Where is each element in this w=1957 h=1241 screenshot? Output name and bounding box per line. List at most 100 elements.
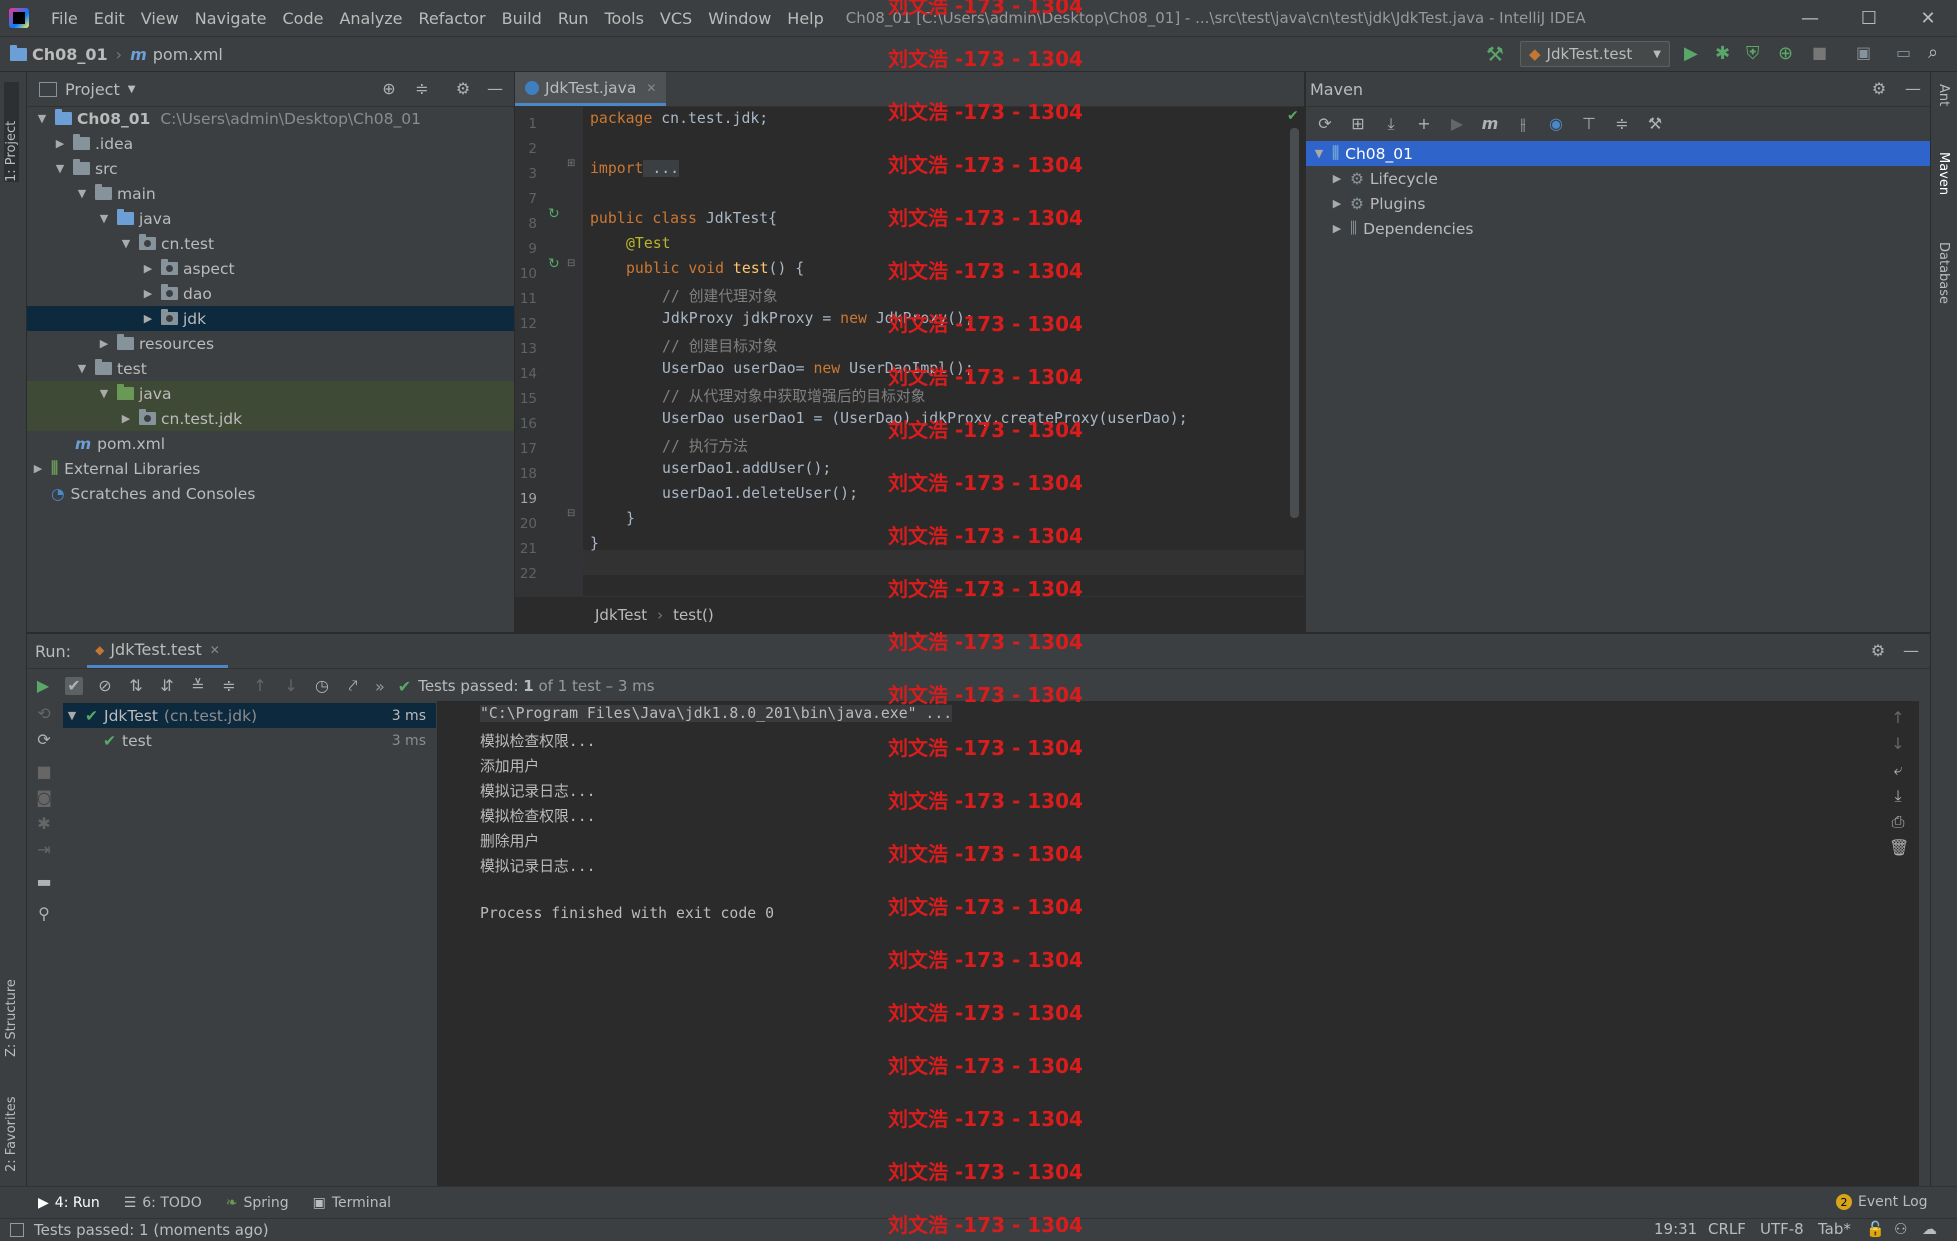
minimize-icon[interactable]: — xyxy=(1781,0,1839,36)
tree-item-cn-test[interactable]: ▼ cn.test xyxy=(27,231,514,256)
maven-tree-item-dependencies[interactable]: ▶ ⫼ Dependencies xyxy=(1306,216,1793,241)
indent-setting[interactable]: Tab* xyxy=(1818,1220,1851,1238)
toggle-auto-test-icon[interactable]: ⟳ xyxy=(35,731,53,749)
skip-tests-icon[interactable]: ◉ xyxy=(1547,115,1565,133)
add-icon[interactable]: + xyxy=(1415,115,1433,133)
test-history-icon[interactable]: ◷ xyxy=(313,677,331,695)
ant-tool-tab[interactable]: Ant xyxy=(1936,84,1951,106)
inspection-ok-icon[interactable]: ✔ xyxy=(1287,108,1299,124)
breadcrumb-file[interactable]: m pom.xml xyxy=(130,45,223,64)
rerun-icon[interactable]: ▶ xyxy=(34,677,52,695)
rerun-failed-icon[interactable]: ⟲ xyxy=(35,705,53,723)
menu-run[interactable]: Run xyxy=(550,9,597,28)
file-encoding[interactable]: UTF-8 xyxy=(1760,1220,1804,1238)
maximize-icon[interactable]: ☐ xyxy=(1840,0,1898,36)
run-test-method-icon[interactable]: ↻ xyxy=(548,256,560,272)
collapse-all-icon[interactable]: ≑ xyxy=(220,677,238,695)
search-icon[interactable]: ⌕ xyxy=(1928,42,1938,63)
project-tool-tab[interactable]: 1: Project xyxy=(4,82,19,182)
tool-window-run[interactable]: ▶ 4: Run xyxy=(38,1195,100,1211)
project-panel-title[interactable]: Project xyxy=(65,80,120,99)
camera-icon[interactable]: ◙ xyxy=(35,789,53,807)
breadcrumb-method[interactable]: test() xyxy=(673,606,714,624)
export-icon[interactable]: ⤤ xyxy=(344,677,362,695)
menu-refactor[interactable]: Refactor xyxy=(411,9,494,28)
tree-item-main-java[interactable]: ▼ java xyxy=(27,206,514,231)
gear-icon[interactable]: ⚙ xyxy=(1870,80,1888,98)
menu-file[interactable]: File xyxy=(43,9,86,28)
close-icon[interactable]: ✕ xyxy=(1899,0,1957,36)
maven-tree-item-plugins[interactable]: ▶ ⚙ Plugins xyxy=(1306,191,1793,216)
tree-item-resources[interactable]: ▶ resources xyxy=(27,331,514,356)
hide-icon[interactable]: — xyxy=(1902,642,1920,660)
tab-run-jdktest[interactable]: ◆ JdkTest.test ✕ xyxy=(87,635,228,668)
debug-icon[interactable]: ✱ xyxy=(35,815,53,833)
tree-item-jdk[interactable]: ▶ jdk xyxy=(27,306,514,331)
chevron-down-icon[interactable]: ▼ xyxy=(128,84,136,95)
tree-item-ch08-01[interactable]: ▼ Ch08_01 C:\Users\admin\Desktop\Ch08_01 xyxy=(27,106,514,131)
run-icon[interactable]: ▶ xyxy=(1684,43,1698,64)
print-icon[interactable]: ⎙ xyxy=(1889,813,1907,831)
menu-analyze[interactable]: Analyze xyxy=(331,9,410,28)
tree-item-src[interactable]: ▼ src xyxy=(27,156,514,181)
structure-tool-tab[interactable]: Z: Structure xyxy=(4,957,19,1057)
tree-item-idea[interactable]: ▶ .idea xyxy=(27,131,514,156)
show-passed-icon[interactable]: ✔ xyxy=(65,677,83,695)
download-icon[interactable]: ⤓ xyxy=(1382,115,1400,133)
toggle-offline-icon[interactable]: ⫲ xyxy=(1514,115,1532,133)
show-ignored-icon[interactable]: ⊘ xyxy=(96,677,114,695)
breadcrumb-class[interactable]: JdkTest xyxy=(595,606,647,624)
tree-item-test-java[interactable]: ▼ java xyxy=(27,381,514,406)
run-configuration-select[interactable]: ◆ JdkTest.test ▼ xyxy=(1520,41,1670,67)
sort-duration-icon[interactable]: ⇵ xyxy=(158,677,176,695)
stop-icon[interactable]: ■ xyxy=(35,763,53,781)
more-icon[interactable]: » xyxy=(375,677,385,696)
tree-item-aspect[interactable]: ▶ aspect xyxy=(27,256,514,281)
tree-item-cn-test-jdk[interactable]: ▶ cn.test.jdk xyxy=(27,406,514,431)
scroll-down-icon[interactable]: ↓ xyxy=(1889,735,1907,753)
gear-icon[interactable]: ⚙ xyxy=(1869,642,1887,660)
lock-icon[interactable]: 🔓 xyxy=(1866,1220,1885,1238)
collapse-all-icon[interactable]: ≑ xyxy=(1613,115,1631,133)
tree-item-test[interactable]: ▼ test xyxy=(27,356,514,381)
event-log[interactable]: 2 Event Log xyxy=(1836,1194,1928,1210)
scroll-up-icon[interactable]: ↑ xyxy=(1889,709,1907,727)
menu-window[interactable]: Window xyxy=(700,9,779,28)
pin-icon[interactable]: ⚲ xyxy=(35,905,53,923)
fold-icon[interactable]: ⊟ xyxy=(567,508,575,519)
fold-icon[interactable]: ⊟ xyxy=(567,258,575,269)
tab-jdktest-java[interactable]: JdkTest.java ✕ xyxy=(515,72,667,106)
fold-icon[interactable]: ⊞ xyxy=(567,158,575,169)
editor-scrollbar[interactable] xyxy=(1290,128,1299,518)
clear-all-icon[interactable]: 🗑 xyxy=(1889,839,1909,857)
generate-sources-icon[interactable]: ⊞ xyxy=(1349,115,1367,133)
sort-alpha-icon[interactable]: ⇅ xyxy=(127,677,145,695)
coverage-icon[interactable]: ⛨ xyxy=(1746,43,1760,64)
tree-item-main[interactable]: ▼ main xyxy=(27,181,514,206)
show-dependencies-icon[interactable]: ⊤ xyxy=(1580,115,1598,133)
profile-icon[interactable]: ⊕ xyxy=(1778,43,1793,64)
execute-goal-icon[interactable]: m xyxy=(1481,115,1499,133)
tree-item-scratches[interactable]: ◔ Scratches and Consoles xyxy=(27,481,514,506)
stop-icon[interactable]: ■ xyxy=(1812,43,1827,62)
test-node-test[interactable]: ✔ test 3 ms xyxy=(63,728,436,753)
menu-help[interactable]: Help xyxy=(779,9,831,28)
soft-wrap-icon[interactable]: ⤶ xyxy=(1889,761,1907,779)
database-tool-tab[interactable]: Database xyxy=(1936,242,1951,304)
line-separator[interactable]: CRLF xyxy=(1708,1220,1746,1238)
tool-window-terminal[interactable]: ▣ Terminal xyxy=(313,1195,391,1211)
favorites-tool-tab[interactable]: 2: Favorites xyxy=(4,1072,19,1172)
menu-view[interactable]: View xyxy=(133,9,187,28)
close-tab-icon[interactable]: ✕ xyxy=(646,81,656,95)
menu-edit[interactable]: Edit xyxy=(86,9,133,28)
console-output[interactable]: "C:\Program Files\Java\jdk1.8.0_201\bin\… xyxy=(437,701,1919,1186)
next-failed-icon[interactable]: ↓ xyxy=(282,677,300,695)
menu-code[interactable]: Code xyxy=(275,9,332,28)
tool-window-spring[interactable]: ❧ Spring xyxy=(226,1195,289,1211)
menu-tools[interactable]: Tools xyxy=(597,9,652,28)
debug-icon[interactable]: ✱ xyxy=(1715,43,1730,64)
hide-icon[interactable]: — xyxy=(1904,80,1922,98)
menu-navigate[interactable]: Navigate xyxy=(187,9,275,28)
memory-icon[interactable]: ☁ xyxy=(1922,1220,1937,1238)
wrench-icon[interactable]: ⚒ xyxy=(1646,115,1664,133)
